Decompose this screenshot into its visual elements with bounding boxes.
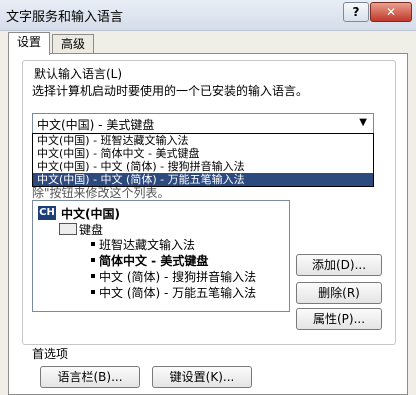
dropdown-option[interactable]: 中文(中国) - 中文 (简体) - 搜狗拼音输入法: [33, 160, 373, 173]
chevron-down-icon[interactable]: ▼: [359, 117, 367, 128]
default-language-value: 中文(中国) - 美式键盘: [37, 118, 155, 132]
bullet-icon: [91, 274, 95, 278]
tab-advanced[interactable]: 高级: [52, 34, 95, 54]
window-title: 文字服务和输入语言: [6, 10, 124, 25]
keyboard-icon: [59, 223, 77, 235]
default-language-description: 选择计算机启动时要使用的一个已安装的输入语言。: [32, 84, 309, 98]
preferences-label: 首选项: [32, 347, 69, 361]
dropdown-option[interactable]: 中文(中国) - 班智达藏文输入法: [33, 134, 373, 147]
title-bar: 文字服务和输入语言 ? ✕: [0, 0, 416, 31]
default-language-select[interactable]: 中文(中国) - 美式键盘 ▼: [32, 113, 374, 135]
key-settings-button[interactable]: 键设置(K)...: [152, 366, 252, 388]
remove-button[interactable]: 删除(R): [296, 282, 382, 304]
tree-language-node[interactable]: 中文(中国): [61, 205, 120, 222]
bullet-icon: [91, 290, 95, 294]
language-bar-button[interactable]: 语言栏(B)...: [40, 366, 140, 388]
dropdown-option-selected[interactable]: 中文(中国) - 中文 (简体) - 万能五笔输入法: [33, 173, 373, 186]
tree-item[interactable]: 中文 (简体) - 万能五笔输入法: [99, 284, 256, 301]
installed-services-tree[interactable]: CH 中文(中国) 键盘 班智达藏文输入法 简体中文 - 美式键盘 中文 (简体…: [32, 200, 290, 312]
close-button[interactable]: ✕: [370, 2, 412, 22]
tree-item[interactable]: 班智达藏文输入法: [99, 236, 195, 253]
tree-item-default[interactable]: 简体中文 - 美式键盘: [99, 252, 208, 269]
bullet-icon: [91, 258, 95, 262]
help-button[interactable]: ?: [343, 2, 369, 22]
default-language-label: 默认输入语言(L): [32, 65, 125, 82]
add-button[interactable]: 添加(D)...: [296, 254, 382, 276]
tab-strip: 设置 高级: [8, 32, 408, 55]
properties-button[interactable]: 属性(P)...: [296, 308, 382, 330]
language-badge-icon: CH: [38, 206, 56, 220]
dropdown-option[interactable]: 中文(中国) - 简体中文 - 美式键盘: [33, 147, 373, 160]
language-dropdown-list: 中文(中国) - 班智达藏文输入法 中文(中国) - 简体中文 - 美式键盘 中…: [32, 133, 374, 187]
bullet-icon: [91, 242, 95, 246]
tab-settings[interactable]: 设置: [8, 32, 51, 55]
tree-item[interactable]: 中文 (简体) - 搜狗拼音输入法: [99, 268, 256, 285]
